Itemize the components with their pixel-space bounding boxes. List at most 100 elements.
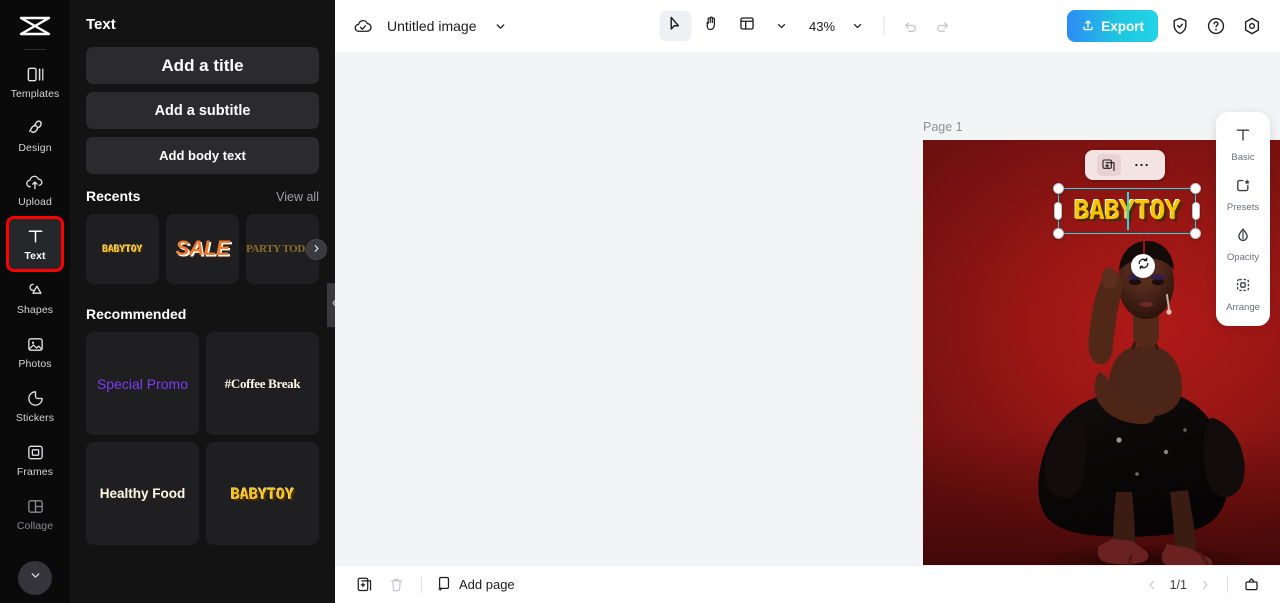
add-page-icon <box>436 575 453 595</box>
frames-icon <box>25 442 46 463</box>
bottom-bar: Add page 1/1 <box>335 565 1280 603</box>
add-a-subtitle-button[interactable]: Add a subtitle <box>86 92 319 129</box>
sidebar-item-stickers[interactable]: Stickers <box>8 380 62 432</box>
sidebar-item-label: Photos <box>18 358 52 371</box>
sidebar-item-photos[interactable]: Photos <box>8 326 62 378</box>
bottom-bar-right: 1/1 <box>1142 574 1262 596</box>
text-element-selection[interactable]: BABYTOY <box>1053 183 1201 239</box>
sidebar-item-label: Collage <box>16 520 54 533</box>
shield-check-icon[interactable] <box>1166 12 1194 40</box>
duplicate-element-icon[interactable] <box>1096 154 1121 176</box>
sidebar-item-label: Templates <box>10 88 60 101</box>
panel-collapse-handle[interactable] <box>327 283 335 327</box>
recents-next-button[interactable] <box>306 239 327 260</box>
sidebar-item-label: Frames <box>16 466 54 479</box>
hand-tool-button[interactable] <box>695 11 727 41</box>
page-count-label: 1/1 <box>1169 577 1187 592</box>
rail-collapse-button[interactable] <box>18 561 52 595</box>
panel-title: Text <box>86 16 116 33</box>
help-question-icon[interactable] <box>1202 12 1230 40</box>
add-page-button[interactable]: Add page <box>436 575 515 595</box>
topbar-left: Untitled image <box>349 12 515 40</box>
arrange-icon <box>1234 276 1252 299</box>
undo-icon[interactable] <box>896 12 924 40</box>
recommended-title: Recommended <box>86 306 187 322</box>
main-area: Untitled image 43% Export Page 1 Basic P… <box>335 0 1280 603</box>
sidebar-item-upload[interactable]: Upload <box>8 164 62 216</box>
right-panel-item-presets[interactable]: Presets <box>1219 170 1267 218</box>
sidebar-item-label: Shapes <box>16 304 54 317</box>
sidebar-item-label: Stickers <box>15 412 55 425</box>
chevron-down-icon[interactable] <box>487 12 515 40</box>
sidebar-item-design[interactable]: Design <box>8 110 62 162</box>
present-icon[interactable] <box>1240 574 1262 596</box>
rail-divider <box>24 49 46 50</box>
sidebar-item-frames[interactable]: Frames <box>8 434 62 486</box>
next-page-button[interactable] <box>1195 575 1215 595</box>
layout-grid-icon <box>739 15 756 37</box>
sidebar-item-label: Upload <box>18 196 52 209</box>
zoom-level-value[interactable]: 43% <box>809 19 839 34</box>
resize-handle-bottom-left[interactable] <box>1053 228 1064 239</box>
right-panel-item-basic[interactable]: Basic <box>1219 120 1267 168</box>
resize-handle-top-left[interactable] <box>1053 183 1064 194</box>
export-button[interactable]: Export <box>1067 10 1158 42</box>
rotate-handle[interactable] <box>1131 254 1155 278</box>
right-panel-item-opacity[interactable]: Opacity <box>1219 220 1267 268</box>
redo-icon[interactable] <box>928 12 956 40</box>
right-panel-item-arrange[interactable]: Arrange <box>1219 270 1267 318</box>
right-panel-item-label: Presets <box>1226 201 1260 213</box>
sidebar-item-label: Text <box>24 250 46 263</box>
recommended-item[interactable]: Healthy Food <box>86 442 199 545</box>
export-button-label: Export <box>1101 18 1144 34</box>
sidebar-item-templates[interactable]: Templates <box>8 56 62 108</box>
sidebar-item-text[interactable]: Text <box>6 216 64 272</box>
recent-item[interactable]: BABYTOY <box>86 214 159 284</box>
text-t-icon <box>1234 126 1252 149</box>
cloud-check-icon[interactable] <box>349 12 377 40</box>
duplicate-page-icon[interactable] <box>353 574 375 596</box>
settings-gear-icon[interactable] <box>1238 12 1266 40</box>
zoom-caret-icon[interactable] <box>843 12 871 40</box>
sidebar-item-shapes[interactable]: Shapes <box>8 272 62 324</box>
add-page-label: Add page <box>459 577 515 592</box>
layout-caret-icon[interactable] <box>767 12 795 40</box>
toolbar-divider <box>883 17 884 35</box>
right-panel-item-label: Arrange <box>1226 301 1260 313</box>
resize-handle-bottom-right[interactable] <box>1190 228 1201 239</box>
recent-item-label: BABYTOY <box>102 243 143 255</box>
bottom-bar-divider <box>421 576 422 593</box>
recommended-item[interactable]: #Coffee Break <box>206 332 319 435</box>
trash-icon[interactable] <box>385 574 407 596</box>
add-body-text-button[interactable]: Add body text <box>86 137 319 174</box>
design-icon <box>25 118 46 139</box>
capcut-logo-icon[interactable] <box>15 13 55 39</box>
layout-tool-button[interactable] <box>731 11 763 41</box>
recents-view-all-link[interactable]: View all <box>276 190 319 204</box>
sidebar-item-collage[interactable]: Collage <box>8 488 62 540</box>
add-a-title-button[interactable]: Add a title <box>86 47 319 84</box>
recents-header: Recents View all <box>86 188 319 204</box>
text-panel: Text Add a title Add a subtitle Add body… <box>70 0 335 603</box>
recommended-header: Recommended <box>86 306 319 322</box>
photos-icon <box>25 334 46 355</box>
recent-item[interactable]: SALE <box>166 214 239 284</box>
recommended-item-label: BABYTOY <box>230 484 295 503</box>
rotate-icon <box>1137 257 1150 275</box>
recommended-item[interactable]: BABYTOY <box>206 442 319 545</box>
opacity-droplet-icon <box>1234 226 1252 249</box>
more-options-icon[interactable] <box>1130 154 1154 176</box>
resize-handle-top-right[interactable] <box>1190 183 1201 194</box>
select-tool-button[interactable] <box>659 11 691 41</box>
recommended-item[interactable]: Special Promo <box>86 332 199 435</box>
resize-handle-left[interactable] <box>1054 202 1062 220</box>
element-floating-toolbar <box>1085 150 1165 180</box>
top-toolbar: Untitled image 43% Export <box>335 0 1280 52</box>
recommended-item-label: #Coffee Break <box>224 375 301 391</box>
document-title[interactable]: Untitled image <box>387 18 477 34</box>
canvas-stage[interactable]: Page 1 Basic Presets Opacity Arrange <box>335 52 1280 565</box>
prev-page-button[interactable] <box>1142 575 1162 595</box>
resize-handle-right[interactable] <box>1192 202 1200 220</box>
rotate-handle-stem <box>1143 234 1145 256</box>
presets-star-icon <box>1234 176 1252 199</box>
